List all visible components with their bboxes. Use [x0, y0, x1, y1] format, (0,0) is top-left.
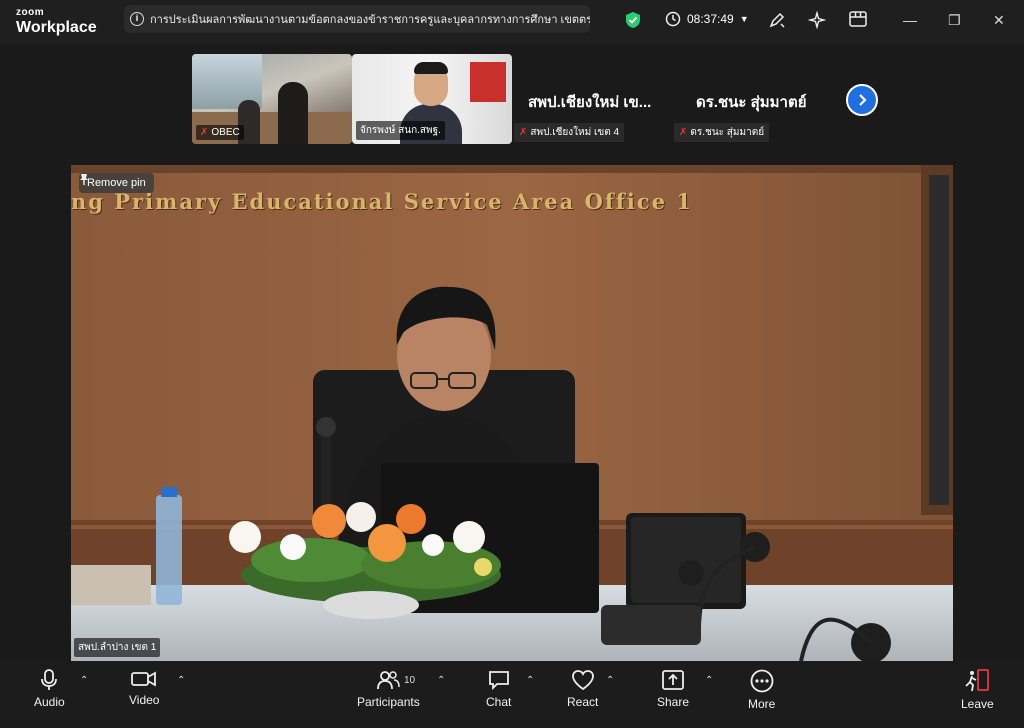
- brand-small: zoom: [16, 7, 45, 18]
- share-button[interactable]: Share: [657, 669, 689, 709]
- chevron-right-icon: [859, 94, 867, 106]
- mic-muted-icon: ✗: [519, 127, 528, 138]
- audio-button[interactable]: Audio: [34, 669, 65, 709]
- view-grid-icon[interactable]: [849, 11, 867, 32]
- video-options-caret[interactable]: ⌃: [177, 675, 185, 686]
- leave-button[interactable]: Leave: [961, 669, 994, 711]
- maximize-window-button[interactable]: ❐: [948, 12, 961, 29]
- meeting-controls-bar: Audio ⌃ Video ⌃ Participants 10 ⌃ Chat ⌃…: [0, 661, 1024, 728]
- participant-name-tag: ✗ ดร.ชนะ สุ่มมาตย์: [674, 123, 770, 142]
- participant-name-tag: ✗ OBEC: [196, 125, 244, 140]
- react-options-caret[interactable]: ⌃: [606, 675, 614, 686]
- main-speaker-video[interactable]: ng Primary Educational Service Area Offi…: [71, 165, 953, 661]
- pin-icon: [80, 174, 88, 185]
- next-page-button[interactable]: [846, 84, 878, 116]
- participant-count: 10: [404, 675, 416, 686]
- mic-muted-icon: ✗: [679, 127, 688, 138]
- participant-thumbnail-jakkapong[interactable]: จักรพงษ์ สนก.สพฐ.: [352, 54, 512, 144]
- meeting-topic-field[interactable]: i การประเมินผลการพัฒนางานตามข้อตกลงของข้…: [124, 5, 590, 33]
- chat-options-caret[interactable]: ⌃: [526, 675, 534, 686]
- info-icon[interactable]: i: [130, 12, 144, 26]
- chat-button[interactable]: Chat: [486, 669, 511, 709]
- close-window-button[interactable]: ✕: [993, 12, 1005, 29]
- share-screen-icon: [662, 670, 684, 690]
- meeting-topic: การประเมินผลการพัฒนางานตามข้อตกลงของข้าร…: [150, 14, 590, 26]
- participant-tile-name[interactable]: สพป.เชียงใหม่ เข...: [528, 90, 651, 114]
- microphone-icon: [41, 669, 58, 690]
- more-dots-icon: [750, 669, 774, 693]
- clock-value: 08:37:49: [687, 12, 734, 26]
- participant-name: สพป.เชียงใหม่ เขต 4: [530, 127, 620, 138]
- more-button[interactable]: More: [748, 669, 775, 711]
- person-hair: [414, 62, 448, 74]
- video-label: Video: [129, 693, 160, 707]
- wall-emblem: [470, 62, 506, 102]
- leave-door-icon: [965, 669, 990, 692]
- wall-sign-text: ng Primary Educational Service Area Offi…: [71, 189, 693, 214]
- audio-options-caret[interactable]: ⌃: [80, 675, 88, 686]
- minimize-window-button[interactable]: —: [903, 12, 917, 28]
- share-options-caret[interactable]: ⌃: [705, 675, 713, 686]
- remove-pin-label: Remove pin: [87, 177, 146, 189]
- heart-icon: [571, 670, 594, 691]
- mic-muted-icon: ✗: [200, 127, 209, 138]
- chat-bubble-icon: [488, 671, 509, 691]
- more-label: More: [748, 697, 776, 711]
- participants-label: Participants: [357, 695, 420, 709]
- participant-name: จักรพงษ์ สนก.สพฐ.: [360, 125, 441, 136]
- react-label: React: [567, 695, 599, 709]
- clock-icon: [665, 11, 681, 27]
- meeting-timer[interactable]: 08:37:49 ▼: [665, 11, 749, 27]
- share-label: Share: [657, 695, 690, 709]
- participant-name: OBEC: [211, 127, 240, 138]
- encryption-shield-icon[interactable]: [625, 11, 641, 34]
- chat-label: Chat: [486, 695, 512, 709]
- person-silhouette: [278, 82, 308, 144]
- participant-name-tag: ✗ สพป.เชียงใหม่ เขต 4: [514, 123, 625, 142]
- zoom-workplace-logo: zoom Workplace: [16, 8, 97, 36]
- participant-thumbnail-obec[interactable]: ✗ OBEC: [192, 54, 352, 144]
- annotate-pen-icon[interactable]: [768, 11, 786, 34]
- remove-pin-button[interactable]: Remove pin: [79, 173, 154, 193]
- react-button[interactable]: React: [567, 669, 598, 709]
- video-button[interactable]: Video: [129, 669, 159, 707]
- participants-options-caret[interactable]: ⌃: [437, 675, 445, 686]
- participant-tile-name[interactable]: ดร.ชนะ สุ่มมาตย์: [696, 90, 807, 114]
- video-frame: [71, 165, 953, 661]
- participant-name: ดร.ชนะ สุ่มมาตย์: [690, 127, 765, 138]
- chevron-down-icon: ▼: [739, 14, 749, 24]
- brand-large: Workplace: [16, 19, 97, 36]
- participant-name-tag: จักรพงษ์ สนก.สพฐ.: [356, 121, 445, 140]
- ai-companion-sparkle-icon[interactable]: [807, 10, 827, 34]
- leave-label: Leave: [961, 697, 994, 711]
- participants-icon: [377, 671, 401, 690]
- video-strip: ✗ OBEC จักรพงษ์ สนก.สพฐ. สพป.เชียงใหม่ เ…: [0, 44, 1024, 200]
- audio-label: Audio: [34, 695, 65, 709]
- speaker-name-tag: สพป.ลำปาง เขต 1: [74, 638, 161, 657]
- title-bar: zoom Workplace i การประเมินผลการพัฒนางาน…: [0, 0, 1024, 44]
- video-camera-icon: [131, 671, 157, 687]
